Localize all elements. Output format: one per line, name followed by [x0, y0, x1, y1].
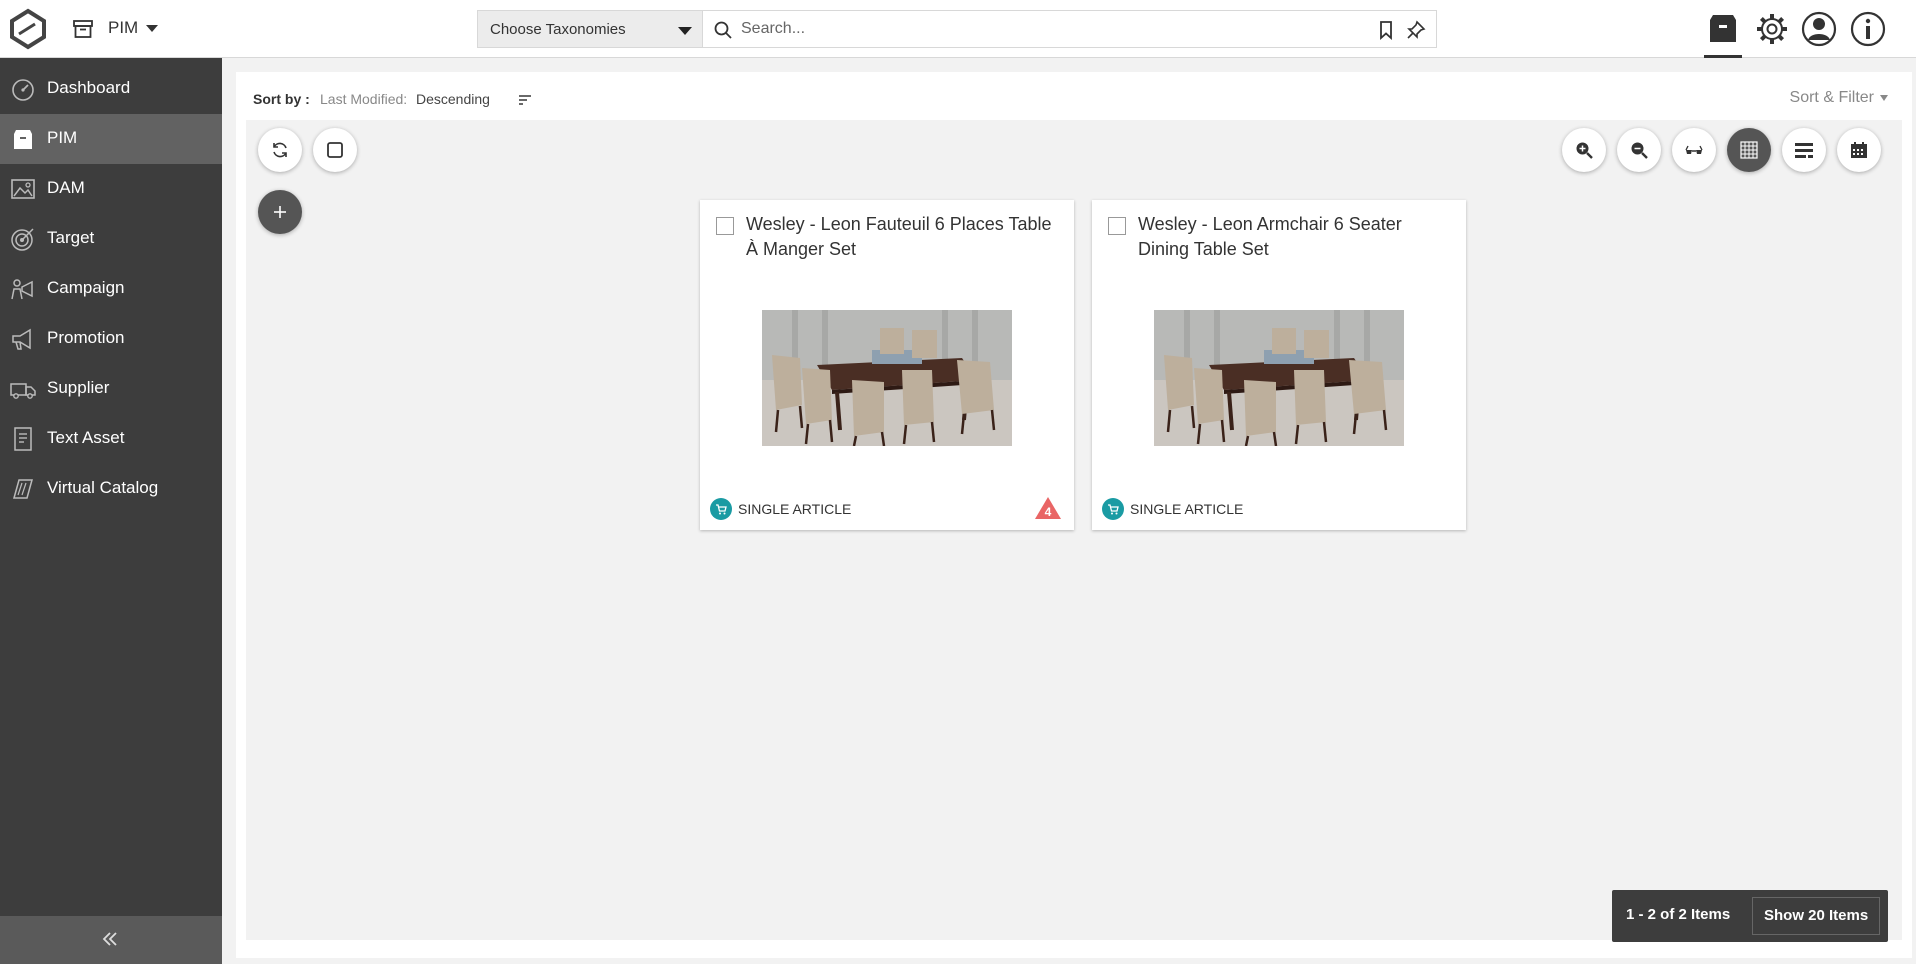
catalog-icon: [13, 479, 33, 499]
page-size-label: Show 20 Items: [1764, 907, 1869, 924]
archive-box-icon[interactable]: [72, 18, 94, 40]
double-chevron-left-icon: [102, 932, 117, 946]
warning-count: 4: [1045, 505, 1052, 519]
select-all-button[interactable]: [313, 128, 357, 172]
product-box-icon[interactable]: [1704, 10, 1742, 48]
pagination-bar: 1 - 2 of 2 Items Show 20 Items: [1612, 890, 1888, 942]
grid-view-icon: [1740, 141, 1758, 159]
dashboard-icon: [12, 79, 34, 101]
sort-field[interactable]: Last Modified:: [320, 91, 407, 107]
taxonomy-select[interactable]: Choose Taxonomies: [477, 10, 702, 48]
zoom-in-button[interactable]: [1562, 128, 1606, 172]
sidebar-item-label: Target: [47, 228, 95, 247]
sidebar-item-label: Campaign: [47, 278, 125, 297]
card-type-label: SINGLE ARTICLE: [1130, 501, 1244, 517]
taxonomy-select-label: Choose Taxonomies: [490, 21, 626, 38]
sidebar-item-dashboard[interactable]: Dashboard: [0, 64, 222, 114]
campaign-icon: [11, 279, 33, 300]
sidebar-item-text-asset[interactable]: Text Asset: [0, 414, 222, 464]
user-account-icon[interactable]: [1800, 10, 1838, 48]
sidebar-collapse-button[interactable]: [0, 916, 222, 964]
sort-order[interactable]: Descending: [416, 91, 490, 107]
target-icon: [11, 228, 34, 251]
product-thumbnail[interactable]: [762, 310, 1012, 446]
calendar-icon: [1851, 142, 1867, 158]
sidebar-item-campaign[interactable]: Campaign: [0, 264, 222, 314]
sidebar-item-label: Supplier: [47, 378, 110, 397]
product-card[interactable]: Wesley - Leon Armchair 6 Seater Dining T…: [1092, 200, 1466, 530]
sidebar-item-virtual-catalog[interactable]: Virtual Catalog: [0, 464, 222, 514]
zoom-out-icon: [1631, 142, 1648, 159]
list-view-button[interactable]: [1782, 128, 1826, 172]
sidebar-item-label: Dashboard: [47, 78, 131, 97]
add-item-button[interactable]: [258, 190, 302, 234]
search-icon: [714, 21, 732, 39]
chevron-down-icon: [1880, 94, 1888, 101]
sidebar-item-dam[interactable]: DAM: [0, 164, 222, 214]
warning-icon[interactable]: 4: [1034, 496, 1062, 520]
info-icon[interactable]: [1849, 10, 1887, 48]
sidebar-item-pim[interactable]: PIM: [0, 114, 222, 164]
grid-view-button[interactable]: [1727, 128, 1771, 172]
card-type-label: SINGLE ARTICLE: [738, 501, 852, 517]
card-title[interactable]: Wesley - Leon Fauteuil 6 Places Table À …: [746, 212, 1064, 262]
gear-icon[interactable]: [1753, 10, 1791, 48]
glasses-icon: [1685, 145, 1703, 154]
module-switcher-label[interactable]: PIM: [108, 18, 138, 38]
pagination-count: 1 - 2 of 2 Items: [1626, 906, 1731, 923]
zoom-out-button[interactable]: [1617, 128, 1661, 172]
plus-icon: [274, 206, 286, 218]
main-content: Sort by : Last Modified: Descending Sort…: [222, 58, 1916, 964]
sidebar-item-label: Virtual Catalog: [47, 478, 159, 497]
app-logo-icon[interactable]: [4, 7, 52, 51]
top-header: PIM Choose Taxonomies: [0, 0, 1916, 58]
sidebar-item-target[interactable]: Target: [0, 214, 222, 264]
refresh-icon: [273, 142, 287, 158]
preview-button[interactable]: [1672, 128, 1716, 172]
sidebar-item-label: Text Asset: [47, 428, 125, 447]
sidebar-item-promotion[interactable]: Promotion: [0, 314, 222, 364]
product-grid-area: Wesley - Leon Fauteuil 6 Places Table À …: [246, 120, 1902, 942]
search-input[interactable]: [741, 15, 1341, 43]
checkbox-icon: [327, 142, 343, 158]
pim-icon: [14, 130, 32, 149]
single-article-icon: [1102, 498, 1124, 520]
sort-descending-icon[interactable]: [519, 94, 533, 106]
sort-filter-label: Sort & Filter: [1789, 89, 1874, 106]
module-switcher-caret-icon[interactable]: [146, 25, 158, 32]
bookmark-icon[interactable]: [1376, 20, 1396, 40]
sort-filter-toggle[interactable]: Sort & Filter: [1790, 89, 1888, 107]
zoom-in-icon: [1576, 142, 1593, 159]
single-article-icon: [710, 498, 732, 520]
calendar-view-button[interactable]: [1837, 128, 1881, 172]
sort-bar: Sort by : Last Modified: Descending Sort…: [236, 72, 1912, 120]
card-title[interactable]: Wesley - Leon Armchair 6 Seater Dining T…: [1138, 212, 1456, 262]
sort-by-label: Sort by :: [253, 91, 310, 107]
product-card[interactable]: Wesley - Leon Fauteuil 6 Places Table À …: [700, 200, 1074, 530]
card-select-checkbox[interactable]: [716, 217, 734, 235]
sidebar-nav: Dashboard PIM DAM Target Campaign Promot…: [0, 58, 222, 964]
truck-icon: [10, 383, 36, 399]
image-icon: [11, 179, 35, 199]
sidebar-item-supplier[interactable]: Supplier: [0, 364, 222, 414]
search-box: [702, 10, 1437, 48]
megaphone-icon: [12, 328, 31, 350]
sidebar-item-label: PIM: [47, 128, 78, 147]
product-thumbnail[interactable]: [1154, 310, 1404, 446]
pin-icon[interactable]: [1406, 20, 1426, 40]
content-panel: Sort by : Last Modified: Descending Sort…: [236, 72, 1912, 958]
list-view-icon: [1795, 143, 1813, 158]
chevron-down-icon: [678, 27, 692, 35]
document-icon: [14, 427, 32, 451]
sidebar-item-label: Promotion: [47, 328, 125, 347]
card-select-checkbox[interactable]: [1108, 217, 1126, 235]
sidebar-item-label: DAM: [47, 178, 85, 197]
refresh-button[interactable]: [258, 128, 302, 172]
page-size-button[interactable]: Show 20 Items: [1752, 897, 1880, 935]
